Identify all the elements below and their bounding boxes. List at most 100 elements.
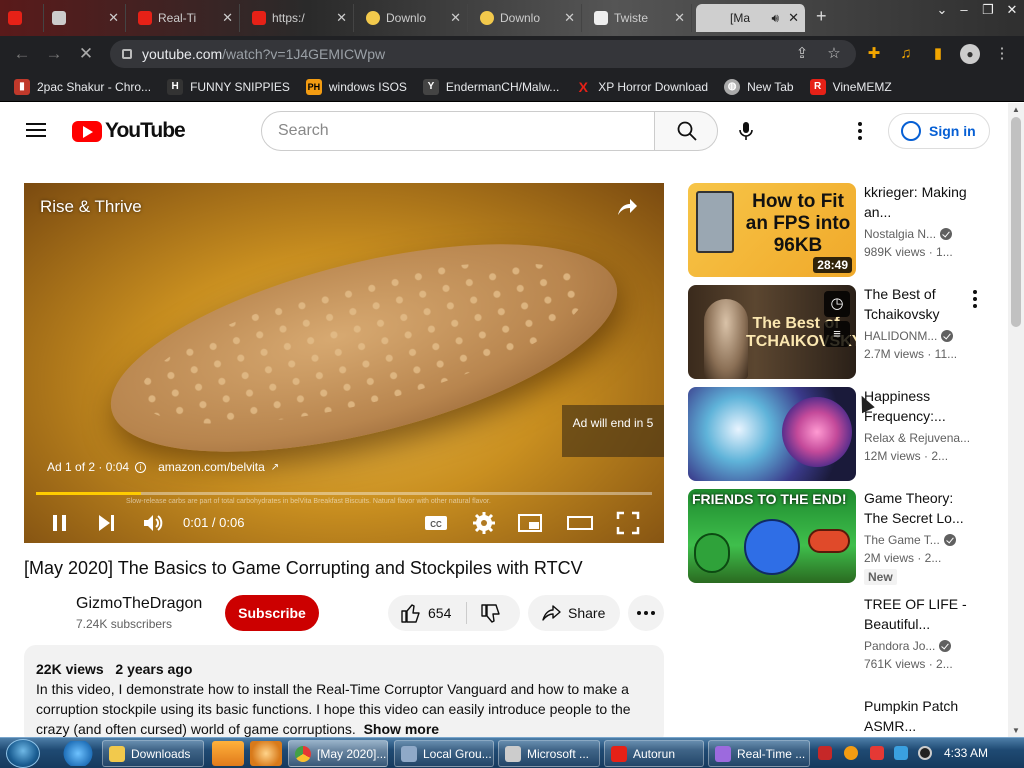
address-bar[interactable]: youtube.com/watch?v=1J4GEMICWpw — [110, 40, 856, 68]
close-tab-icon[interactable]: ✕ — [450, 10, 461, 26]
tray-flag-icon[interactable] — [870, 746, 884, 760]
rec-title[interactable]: Game Theory: The Secret Lo... — [864, 488, 974, 528]
thumbnail[interactable] — [688, 387, 856, 481]
channel-name[interactable]: GizmoTheDragon — [76, 595, 202, 613]
taskbar-task[interactable]: Autorun — [604, 740, 704, 767]
browser-tab-active[interactable]: [Ma 🔊︎ ✕ — [696, 4, 806, 32]
url-text[interactable]: youtube.com/watch?v=1J4GEMICWpw — [142, 46, 385, 62]
thumbnail[interactable]: How to Fit an FPS into 96KB 28:49 — [688, 183, 856, 277]
taskbar-task[interactable]: Microsoft ... — [498, 740, 600, 767]
restore-button[interactable]: ❐ — [976, 2, 1000, 20]
browser-tab[interactable] — [0, 4, 44, 32]
rec-title[interactable]: Pumpkin Patch ASMR... — [864, 696, 974, 736]
recommendation-item[interactable]: Happiness Frequency:... Relax & Rejuvena… — [688, 387, 998, 483]
extensions-puzzle-icon[interactable]: ✚ — [864, 44, 884, 64]
bookmark-item[interactable]: X XP Horror Download — [567, 79, 716, 95]
video-player[interactable]: Rise & Thrive Ad will end in 5 Ad 1 of 2… — [24, 183, 664, 543]
channel-avatar[interactable] — [24, 595, 64, 635]
more-actions-button[interactable] — [628, 595, 664, 631]
browser-tab[interactable]: ✕ — [44, 4, 126, 32]
scrollbar-thumb[interactable] — [1011, 117, 1021, 327]
description-box[interactable]: 22K views 2 years ago In this video, I d… — [24, 645, 664, 737]
thumbnail[interactable]: FRIENDS TO THE END! — [688, 489, 856, 583]
media-controls-icon[interactable]: ♫ — [896, 44, 916, 64]
thumbnail[interactable]: The Best of TCHAIKOVSKY ◷ ≡ — [688, 285, 856, 379]
internet-explorer-icon[interactable] — [62, 741, 94, 766]
taskbar-task-active[interactable]: [May 2020]... — [288, 740, 388, 767]
rec-channel[interactable]: Relax & Rejuvena... — [864, 431, 984, 445]
fullscreen-icon[interactable] — [614, 509, 642, 537]
browser-tab[interactable]: Downlo ✕ — [472, 4, 582, 32]
bookmark-star-icon[interactable]: ☆ — [824, 44, 844, 64]
ad-video-title[interactable]: Rise & Thrive — [40, 197, 142, 217]
search-input[interactable]: Search — [261, 111, 655, 151]
next-icon[interactable] — [92, 509, 120, 537]
info-icon[interactable]: i — [135, 461, 147, 473]
bookmark-item[interactable]: ◍ New Tab — [716, 78, 801, 95]
share-button[interactable]: Share — [528, 595, 620, 631]
tray-app-icon[interactable] — [818, 746, 832, 760]
thumbs-up-icon[interactable] — [400, 602, 422, 624]
bookmark-item[interactable]: H FUNNY SNIPPIES — [159, 78, 298, 95]
hamburger-menu-icon[interactable] — [26, 123, 46, 137]
close-tab-icon[interactable]: ✕ — [674, 10, 685, 26]
browser-tab[interactable]: Downlo ✕ — [358, 4, 468, 32]
rec-channel[interactable]: Nostalgia N... — [864, 227, 984, 241]
forward-button[interactable]: → — [44, 44, 64, 64]
close-window-button[interactable]: ✕ — [1000, 2, 1024, 20]
add-to-queue-icon[interactable]: ≡ — [824, 321, 850, 347]
system-clock[interactable]: 4:33 AM — [944, 746, 988, 760]
page-scrollbar[interactable]: ▲ ▼ — [1008, 103, 1024, 737]
close-tab-icon[interactable]: ✕ — [336, 10, 347, 26]
scroll-up-arrow[interactable]: ▲ — [1012, 105, 1020, 114]
more-options-icon[interactable] — [970, 289, 980, 309]
taskbar-task[interactable]: Real-Time ... — [708, 740, 810, 767]
bookmark-item[interactable]: Y EndermanCH/Malw... — [415, 78, 567, 95]
share-arrow-icon[interactable] — [614, 195, 640, 221]
recommendation-item[interactable]: FRIENDS TO THE END! Game Theory: The Sec… — [688, 489, 998, 585]
recommendation-item[interactable]: Pumpkin Patch ASMR... — [688, 697, 998, 737]
side-panel-icon[interactable]: ▮ — [928, 44, 948, 64]
profile-avatar-icon[interactable]: ● — [960, 44, 980, 64]
recommendation-item[interactable]: TREE OF LIFE - Beautiful... Pandora Jo..… — [688, 595, 998, 691]
close-tab-icon[interactable]: ✕ — [564, 10, 575, 26]
like-count[interactable]: 654 — [428, 605, 451, 621]
watch-later-icon[interactable]: ◷ — [824, 291, 850, 317]
settings-gear-icon[interactable] — [470, 509, 498, 537]
network-icon[interactable] — [250, 741, 282, 766]
tray-record-icon[interactable] — [918, 746, 932, 760]
stop-loading-button[interactable]: ✕ — [76, 44, 96, 64]
browser-tab[interactable]: Twiste ✕ — [586, 4, 692, 32]
bookmark-item[interactable]: ▮ 2pac Shakur - Chro... — [6, 78, 159, 95]
bookmark-item[interactable]: R VineMEMZ — [802, 78, 900, 95]
settings-more-icon[interactable] — [850, 121, 870, 141]
taskbar-task[interactable]: Downloads — [102, 740, 204, 767]
taskbar-task[interactable]: Local Grou... — [394, 740, 494, 767]
captions-icon[interactable]: CC — [422, 509, 450, 537]
close-tab-icon[interactable]: ✕ — [222, 10, 233, 26]
close-tab-icon[interactable]: ✕ — [788, 10, 799, 26]
scroll-down-arrow[interactable]: ▼ — [1012, 726, 1020, 735]
browser-menu-icon[interactable]: ⋮ — [992, 44, 1012, 64]
minimize-button[interactable]: – — [952, 2, 976, 20]
share-page-icon[interactable]: ⇪ — [792, 44, 812, 64]
rec-title[interactable]: kkrieger: Making an... — [864, 182, 974, 222]
tray-search-icon[interactable] — [844, 746, 858, 760]
tray-display-icon[interactable] — [894, 746, 908, 760]
subscribe-button[interactable]: Subscribe — [225, 595, 319, 631]
voice-search-button[interactable] — [726, 111, 766, 151]
back-button[interactable]: ← — [12, 44, 32, 64]
rec-title[interactable]: Happiness Frequency:... — [864, 386, 974, 426]
theater-mode-icon[interactable] — [566, 509, 594, 537]
volume-icon[interactable] — [139, 509, 167, 537]
ad-link[interactable]: amazon.com/belvita — [158, 460, 265, 474]
rec-channel[interactable]: HALIDONM... — [864, 329, 984, 343]
rec-title[interactable]: TREE OF LIFE - Beautiful... — [864, 594, 974, 634]
search-button[interactable] — [654, 111, 718, 151]
thumbs-down-icon[interactable] — [480, 603, 502, 625]
sign-in-button[interactable]: Sign in — [888, 113, 990, 149]
miniplayer-icon[interactable] — [516, 509, 544, 537]
audio-playing-icon[interactable]: 🔊︎ — [771, 11, 779, 26]
browser-tab[interactable]: Real-Ti ✕ — [130, 4, 240, 32]
youtube-logo[interactable]: YouTube — [72, 119, 186, 143]
